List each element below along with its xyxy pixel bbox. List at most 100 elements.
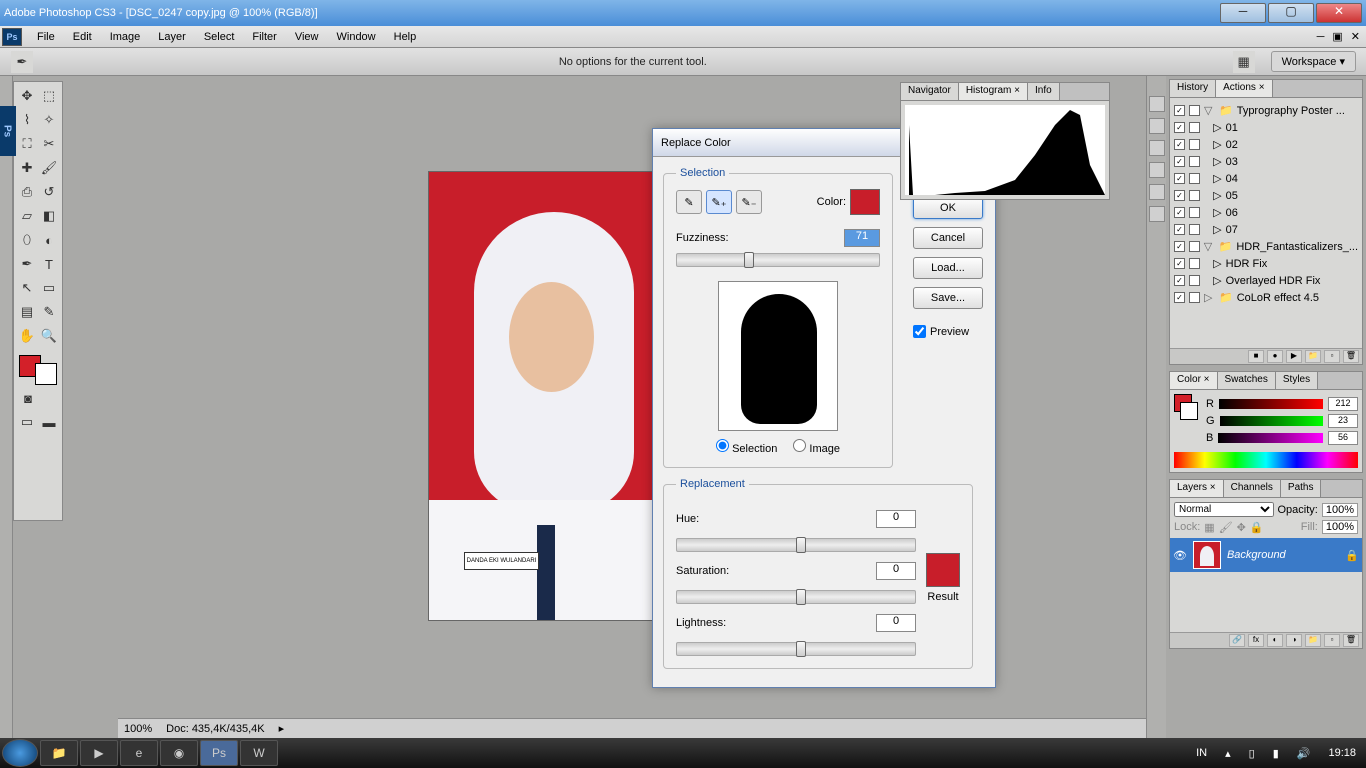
folder-icon[interactable]: 📁 — [1305, 350, 1321, 363]
action-item[interactable]: ✓ ▷ Overlayed HDR Fix — [1174, 272, 1358, 289]
hue-input[interactable]: 0 — [876, 510, 916, 528]
dock-icon-1[interactable] — [1149, 96, 1165, 112]
fuzziness-input[interactable]: 71 — [844, 229, 880, 247]
pen-tool[interactable]: ✒ — [17, 253, 37, 275]
eyedropper-tool[interactable]: ✎ — [39, 301, 59, 323]
action-item[interactable]: ✓ ▷ 06 — [1174, 204, 1358, 221]
status-arrow-icon[interactable]: ▸ — [279, 722, 285, 735]
fx-icon[interactable]: fx — [1248, 634, 1264, 647]
eyedropper-icon[interactable]: ✎ — [676, 190, 702, 214]
dodge-tool[interactable]: ◐ — [39, 229, 59, 251]
tool-preset-icon[interactable]: ✒ — [11, 51, 33, 73]
r-value[interactable]: 212 — [1328, 397, 1358, 411]
play-icon[interactable]: ▶ — [1286, 350, 1302, 363]
action-item[interactable]: ✓ ▷ 07 — [1174, 221, 1358, 238]
doc-close-button[interactable]: ✕ — [1347, 30, 1364, 43]
layer-thumbnail[interactable] — [1193, 541, 1221, 569]
trash-icon[interactable]: 🗑 — [1343, 350, 1359, 363]
tab-info[interactable]: Info — [1028, 83, 1060, 100]
radio-selection[interactable]: Selection — [716, 439, 777, 455]
hue-slider[interactable] — [676, 538, 916, 552]
taskbar-ie-icon[interactable]: e — [120, 740, 158, 766]
minimize-button[interactable]: ─ — [1220, 3, 1266, 23]
group-icon[interactable]: 📁 — [1305, 634, 1321, 647]
brush-tool[interactable]: 🖌 — [39, 157, 59, 179]
load-button[interactable]: Load... — [913, 257, 983, 279]
menu-window[interactable]: Window — [328, 31, 385, 43]
r-slider[interactable] — [1219, 399, 1323, 409]
lock-pixels-icon[interactable]: 🖌 — [1219, 521, 1233, 534]
preview-checkbox[interactable] — [913, 325, 926, 338]
menu-help[interactable]: Help — [385, 31, 426, 43]
ok-button[interactable]: OK — [913, 197, 983, 219]
tray-flag-icon[interactable]: ▴ — [1217, 747, 1239, 760]
save-button[interactable]: Save... — [913, 287, 983, 309]
record-icon[interactable]: ● — [1267, 350, 1283, 363]
wand-tool[interactable]: ✧ — [39, 109, 59, 131]
blend-mode-select[interactable]: Normal — [1174, 502, 1274, 517]
taskbar-chrome-icon[interactable]: ◉ — [160, 740, 198, 766]
cancel-button[interactable]: Cancel — [913, 227, 983, 249]
action-item[interactable]: ✓ ▷ 04 — [1174, 170, 1358, 187]
dock-icon-4[interactable] — [1149, 162, 1165, 178]
link-icon[interactable]: 🔗 — [1229, 634, 1245, 647]
hand-tool[interactable]: ✋ — [17, 325, 37, 347]
b-value[interactable]: 56 — [1328, 431, 1358, 445]
menu-layer[interactable]: Layer — [149, 31, 195, 43]
g-slider[interactable] — [1220, 416, 1323, 426]
slice-tool[interactable]: ✂ — [39, 133, 59, 155]
layer-background[interactable]: 👁 Background 🔒 — [1170, 538, 1362, 572]
dock-icon-3[interactable] — [1149, 140, 1165, 156]
dock-icon-2[interactable] — [1149, 118, 1165, 134]
saturation-slider[interactable] — [676, 590, 916, 604]
action-set-3[interactable]: ✓▷📁 CoLoR effect 4.5 — [1174, 289, 1358, 306]
menu-filter[interactable]: Filter — [243, 31, 285, 43]
dock-icon-5[interactable] — [1149, 184, 1165, 200]
taskbar-photoshop-icon[interactable]: Ps — [200, 740, 238, 766]
quickmask-button[interactable]: ◙ — [17, 387, 39, 409]
new-icon[interactable]: ▫ — [1324, 350, 1340, 363]
taskbar-explorer-icon[interactable]: 📁 — [40, 740, 78, 766]
bridge-icon[interactable]: ▦ — [1233, 51, 1255, 73]
shape-tool[interactable]: ▭ — [39, 277, 59, 299]
type-tool[interactable]: T — [39, 253, 59, 275]
delete-layer-icon[interactable]: 🗑 — [1343, 634, 1359, 647]
eraser-tool[interactable]: ▱ — [17, 205, 37, 227]
dock-icon-6[interactable] — [1149, 206, 1165, 222]
path-tool[interactable]: ↖ — [17, 277, 37, 299]
lasso-tool[interactable]: ⌇ — [17, 109, 37, 131]
action-set-1[interactable]: ✓▽📁 Typrography Poster ... — [1174, 102, 1358, 119]
tray-network-icon[interactable]: ▮ — [1265, 747, 1287, 760]
document[interactable]: DANDA EKI WULANDARI — [428, 171, 660, 621]
tab-paths[interactable]: Paths — [1281, 480, 1322, 497]
background-color[interactable] — [35, 363, 57, 385]
ps-tab-icon[interactable]: Ps — [0, 106, 16, 156]
menu-select[interactable]: Select — [195, 31, 244, 43]
radio-image[interactable]: Image — [793, 439, 840, 455]
visibility-icon[interactable]: 👁 — [1173, 549, 1187, 562]
menu-edit[interactable]: Edit — [64, 31, 101, 43]
mask-icon[interactable]: ◐ — [1267, 634, 1283, 647]
heal-tool[interactable]: ✚ — [17, 157, 37, 179]
action-item[interactable]: ✓ ▷ 03 — [1174, 153, 1358, 170]
eyedropper-sub-icon[interactable]: ✎₋ — [736, 190, 762, 214]
tab-actions[interactable]: Actions × — [1216, 80, 1272, 97]
screenmode2-button[interactable]: ▬ — [39, 411, 59, 433]
fill-value[interactable]: 100% — [1322, 520, 1358, 534]
history-brush-tool[interactable]: ↺ — [39, 181, 59, 203]
opacity-value[interactable]: 100% — [1322, 503, 1358, 517]
notes-tool[interactable]: ▤ — [17, 301, 37, 323]
crop-tool[interactable]: ⛶ — [17, 133, 37, 155]
new-layer-icon[interactable]: ▫ — [1324, 634, 1340, 647]
marquee-tool[interactable]: ⬚ — [39, 85, 59, 107]
color-bg-swatch[interactable] — [1180, 402, 1198, 420]
clock[interactable]: 19:18 — [1320, 747, 1364, 759]
action-item[interactable]: ✓ ▷ 05 — [1174, 187, 1358, 204]
fuzziness-slider[interactable] — [676, 253, 880, 267]
screenmode-button[interactable]: ▭ — [17, 411, 37, 433]
tab-layers[interactable]: Layers × — [1170, 480, 1224, 497]
zoom-level[interactable]: 100% — [124, 723, 152, 735]
taskbar-player-icon[interactable]: ▶ — [80, 740, 118, 766]
tab-channels[interactable]: Channels — [1224, 480, 1281, 497]
zoom-tool[interactable]: 🔍 — [39, 325, 59, 347]
